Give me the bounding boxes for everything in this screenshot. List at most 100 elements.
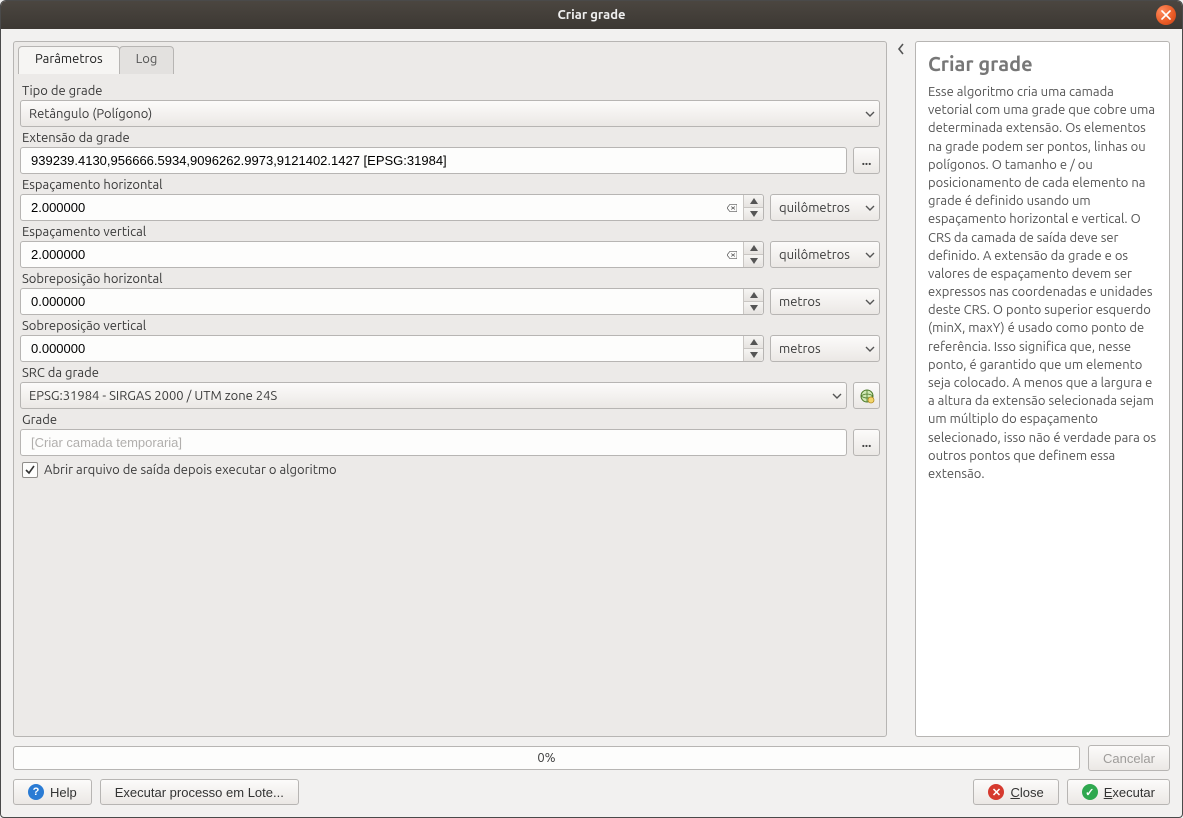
help-icon: ? xyxy=(28,784,44,800)
h-spacing-step-down[interactable] xyxy=(744,208,763,220)
progress-row: 0% Cancelar xyxy=(13,745,1170,771)
v-spacing-stepper xyxy=(743,242,763,267)
cancel-button: Cancelar xyxy=(1088,745,1170,771)
content-split: Parâmetros Log Tipo de grade Retângulo (… xyxy=(13,41,1170,737)
chevron-down-icon xyxy=(865,203,875,213)
progress-bar: 0% xyxy=(13,746,1080,770)
v-overlay-stepper xyxy=(743,336,763,361)
h-overlay-unit-value: metros xyxy=(779,295,821,309)
v-spacing-step-down[interactable] xyxy=(744,255,763,267)
help-collapse-handle[interactable] xyxy=(895,41,907,737)
h-overlay-field[interactable] xyxy=(29,293,743,310)
output-input[interactable] xyxy=(20,429,847,456)
ellipsis-icon: ... xyxy=(862,154,872,168)
h-spacing-unit-value: quilômetros xyxy=(779,201,850,215)
label-grid-output: Grade xyxy=(22,413,880,427)
error-icon: ✕ xyxy=(988,784,1004,800)
tab-parameters[interactable]: Parâmetros xyxy=(18,46,120,74)
window-close-button[interactable] xyxy=(1156,5,1176,25)
chevron-down-icon xyxy=(865,109,875,119)
parameters-panel: Tipo de grade Retângulo (Polígono) Exten… xyxy=(18,78,882,730)
help-body: Esse algoritmo cria uma camada vetorial … xyxy=(928,83,1157,483)
v-spacing-clear-button[interactable] xyxy=(721,242,743,267)
h-spacing-unit-select[interactable]: quilômetros xyxy=(770,194,880,221)
chevron-down-icon xyxy=(832,391,842,401)
h-overlay-stepper xyxy=(743,289,763,314)
globe-icon xyxy=(859,388,875,404)
run-batch-label: Executar processo em Lote... xyxy=(115,785,284,800)
h-spacing-clear-button[interactable] xyxy=(721,195,743,220)
close-label: Close xyxy=(1010,785,1043,800)
h-spacing-field[interactable] xyxy=(29,199,721,216)
h-spacing-step-up[interactable] xyxy=(744,195,763,208)
h-overlay-step-down[interactable] xyxy=(744,302,763,314)
button-row: ? Help Executar processo em Lote... ✕ Cl… xyxy=(13,779,1170,805)
v-overlay-unit-value: metros xyxy=(779,342,821,356)
v-spacing-step-up[interactable] xyxy=(744,242,763,255)
backspace-icon xyxy=(727,250,737,260)
h-overlay-spin[interactable] xyxy=(20,288,764,315)
backspace-icon xyxy=(727,203,737,213)
label-h-spacing: Espaçamento horizontal xyxy=(22,178,880,192)
chevron-left-icon xyxy=(897,43,905,55)
output-field[interactable] xyxy=(29,434,838,451)
output-menu-button[interactable]: ... xyxy=(853,429,880,456)
run-batch-button[interactable]: Executar processo em Lote... xyxy=(100,779,299,805)
v-overlay-field[interactable] xyxy=(29,340,743,357)
help-pane: Criar grade Esse algoritmo cria uma cama… xyxy=(915,41,1170,737)
progress-text: 0% xyxy=(537,751,555,765)
open-after-checkbox[interactable] xyxy=(22,462,38,478)
grid-crs-value: EPSG:31984 - SIRGAS 2000 / UTM zone 24S xyxy=(29,389,277,403)
grid-type-combo[interactable]: Retângulo (Polígono) xyxy=(20,100,880,127)
help-button[interactable]: ? Help xyxy=(13,779,92,805)
open-after-checkbox-row: Abrir arquivo de saída depois executar o… xyxy=(22,462,880,478)
label-grid-crs: SRC da grade xyxy=(22,366,880,380)
tab-parameters-label: Parâmetros xyxy=(35,52,103,66)
v-spacing-field[interactable] xyxy=(29,246,721,263)
tab-log[interactable]: Log xyxy=(119,46,175,74)
cancel-label: Cancelar xyxy=(1103,751,1155,766)
chevron-down-icon xyxy=(865,297,875,307)
v-spacing-unit-value: quilômetros xyxy=(779,248,850,262)
h-spacing-spin[interactable] xyxy=(20,194,764,221)
v-overlay-step-up[interactable] xyxy=(744,336,763,349)
run-button[interactable]: ✓ Executar xyxy=(1067,779,1170,805)
crs-picker-button[interactable] xyxy=(853,382,880,409)
tab-log-label: Log xyxy=(136,52,158,66)
help-title: Criar grade xyxy=(928,52,1157,75)
label-v-overlay: Sobreposição vertical xyxy=(22,319,880,333)
chevron-down-icon xyxy=(865,344,875,354)
h-overlay-step-up[interactable] xyxy=(744,289,763,302)
label-v-spacing: Espaçamento vertical xyxy=(22,225,880,239)
label-grid-extent: Extensão da grade xyxy=(22,131,880,145)
ellipsis-icon: ... xyxy=(862,436,872,450)
v-overlay-spin[interactable] xyxy=(20,335,764,362)
check-icon xyxy=(24,464,36,476)
h-spacing-stepper xyxy=(743,195,763,220)
open-after-label: Abrir arquivo de saída depois executar o… xyxy=(44,463,337,477)
close-button[interactable]: ✕ Close xyxy=(973,779,1058,805)
window-title: Criar grade xyxy=(558,8,626,22)
label-grid-type: Tipo de grade xyxy=(22,84,880,98)
dialog-body: Parâmetros Log Tipo de grade Retângulo (… xyxy=(1,29,1182,817)
label-h-overlay: Sobreposição horizontal xyxy=(22,272,880,286)
ok-icon: ✓ xyxy=(1082,784,1098,800)
v-spacing-spin[interactable] xyxy=(20,241,764,268)
grid-extent-field[interactable] xyxy=(29,152,838,169)
grid-type-value: Retângulo (Polígono) xyxy=(29,107,152,121)
grid-extent-input[interactable] xyxy=(20,147,847,174)
titlebar: Criar grade xyxy=(1,1,1182,29)
v-overlay-unit-select[interactable]: metros xyxy=(770,335,880,362)
chevron-down-icon xyxy=(865,250,875,260)
parameters-pane: Parâmetros Log Tipo de grade Retângulo (… xyxy=(13,41,887,737)
bottom-area: 0% Cancelar ? Help Executar processo em … xyxy=(13,745,1170,805)
run-label: Executar xyxy=(1104,785,1155,800)
close-icon xyxy=(1161,10,1171,20)
v-overlay-step-down[interactable] xyxy=(744,349,763,361)
help-label: Help xyxy=(50,785,77,800)
v-spacing-unit-select[interactable]: quilômetros xyxy=(770,241,880,268)
grid-extent-menu-button[interactable]: ... xyxy=(853,147,880,174)
tab-bar: Parâmetros Log xyxy=(18,46,882,74)
grid-crs-combo[interactable]: EPSG:31984 - SIRGAS 2000 / UTM zone 24S xyxy=(20,382,847,409)
h-overlay-unit-select[interactable]: metros xyxy=(770,288,880,315)
